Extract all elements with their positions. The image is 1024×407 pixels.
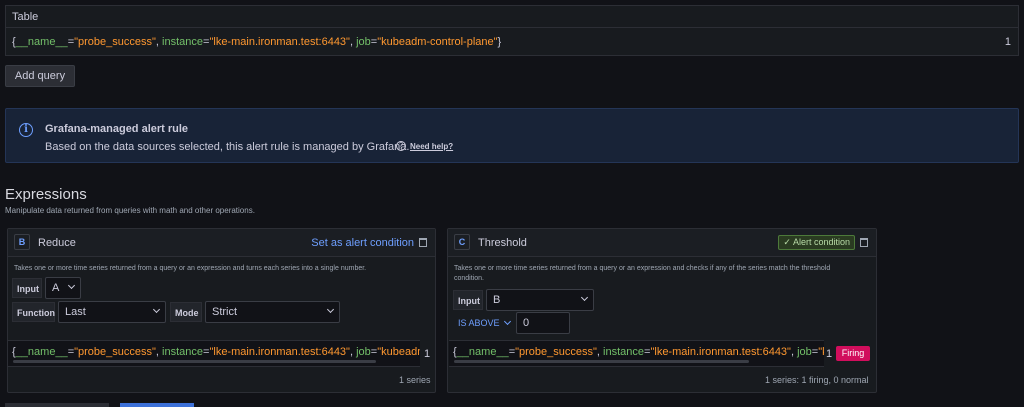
expressions-subheading: Manipulate data returned from queries wi… [5,206,255,215]
reduce-description: Takes one or more time series returned f… [14,265,367,272]
threshold-value-input[interactable]: 0 [516,312,570,334]
input-label: Input [12,278,42,298]
horizontal-scrollbar[interactable] [13,360,376,363]
question-circle-icon: ? [396,141,406,151]
threshold-result-value: 1 [826,348,833,360]
function-label: Function [12,302,55,322]
alert-condition-badge: ✓ Alert condition [778,235,855,250]
card-header: B Reduce Set as alert condition [8,229,435,257]
input-label: Input [453,290,483,310]
chevron-down-icon [326,305,335,314]
expression-type-title: Threshold [478,237,527,249]
reduce-result-value: 1 [424,348,431,360]
reduce-series-count: 1 series [399,375,431,385]
horizontal-scrollbar[interactable] [454,360,749,363]
reduce-input-select[interactable]: A [45,277,81,299]
chevron-down-icon [580,293,589,302]
table-title: Table [6,6,1018,28]
info-icon: i [19,123,33,137]
info-title: Grafana-managed alert rule [45,123,189,135]
expression-type-title: Reduce [38,237,76,249]
select-value: A [52,282,60,294]
select-value: Last [65,306,86,318]
label-key: job [356,36,371,48]
label-key: instance [162,36,204,48]
threshold-operator-select[interactable]: IS ABOVE [458,317,511,328]
mode-select[interactable]: Strict [205,301,340,323]
table-cell-value: 1 [1004,36,1011,48]
chevron-down-icon [152,305,161,314]
cut-off-primary-button[interactable] [120,403,194,407]
grafana-managed-info-alert: i Grafana-managed alert rule Based on th… [5,108,1019,163]
label-value: "kubeadm-control-plane" [377,36,498,48]
trash-icon[interactable] [860,238,868,247]
firing-badge: Firing [836,346,870,361]
mode-label: Mode [170,302,202,322]
cut-off-secondary-button[interactable] [5,403,109,407]
ref-id-badge: C [454,234,470,250]
expressions-heading: Expressions [5,186,87,203]
select-value: B [493,294,501,306]
set-alert-condition-button[interactable]: Set as alert condition [311,237,414,249]
function-select[interactable]: Last [58,301,166,323]
card-header: C Threshold ✓ Alert condition [448,229,876,257]
info-text: Based on the data sources selected, this… [45,141,410,153]
select-value: Strict [212,306,238,318]
add-query-button[interactable]: Add query [5,65,75,87]
threshold-input-select[interactable]: B [486,289,594,311]
table-row: {__name__="probe_success", instance="lke… [6,28,1018,56]
ref-id-badge: B [14,234,30,250]
chevron-down-icon [67,281,76,290]
threshold-series-summary: 1 series: 1 firing, 0 normal [765,375,869,385]
trash-icon[interactable] [419,238,427,247]
need-help-link[interactable]: Need help? [410,142,453,151]
label-value: "probe_success" [74,36,156,48]
query-result-table: Table {__name__="probe_success", instanc… [5,5,1019,56]
label-brace-close: } [497,36,502,48]
label-value: "lke-main.ironman.test:6443" [209,36,350,48]
label-key: __name__ [15,36,68,48]
threshold-description: Takes one or more time series returned f… [454,265,831,282]
